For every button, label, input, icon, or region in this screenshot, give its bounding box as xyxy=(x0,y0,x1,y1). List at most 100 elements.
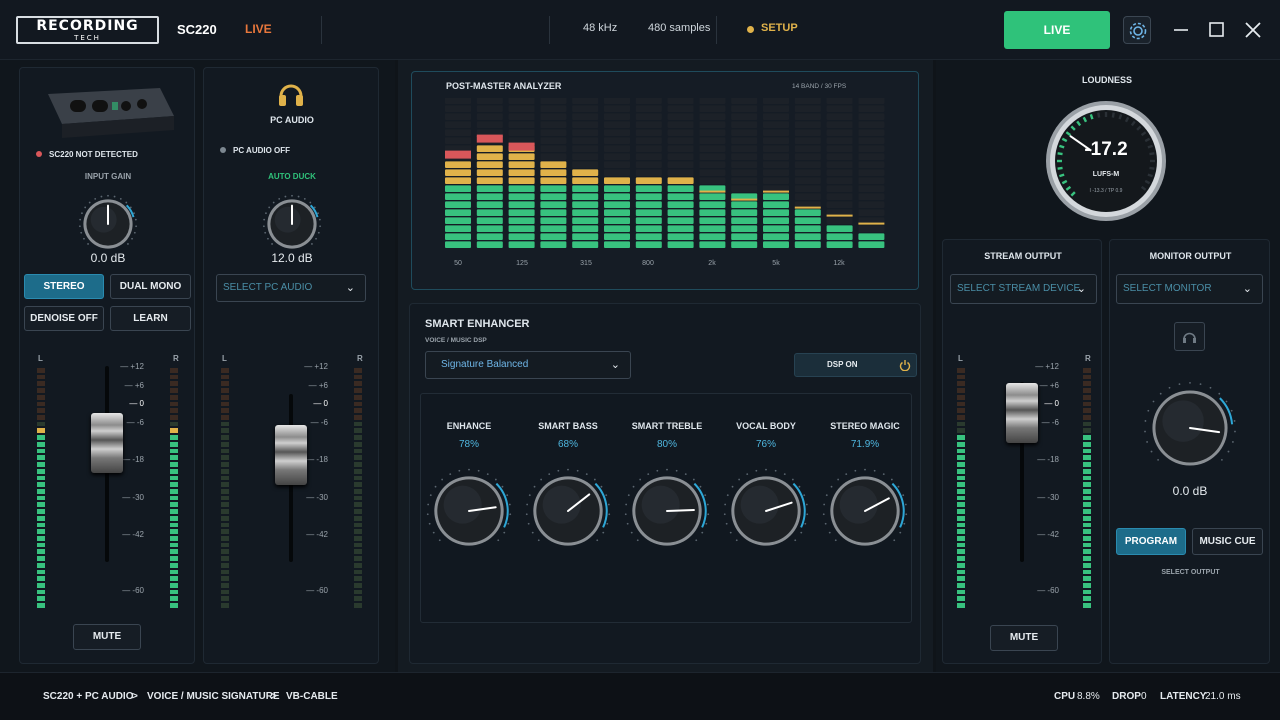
close-icon[interactable] xyxy=(1244,21,1262,39)
enhancer-knob[interactable] xyxy=(524,467,612,555)
program-button[interactable]: PROGRAM xyxy=(1116,528,1186,555)
spectrum-cell xyxy=(476,185,503,192)
spectrum-cell xyxy=(635,169,662,176)
dual-mono-button[interactable]: DUAL MONO xyxy=(110,274,191,299)
dsp-toggle-button[interactable]: DSP ON xyxy=(794,353,917,377)
meter-segment xyxy=(1083,529,1091,534)
input-mute-button[interactable]: MUTE xyxy=(73,624,141,650)
meter-segment xyxy=(354,401,362,407)
settings-button[interactable] xyxy=(1123,16,1151,44)
brand-logo: RECORDING TECH xyxy=(16,16,159,44)
spectrum-cell xyxy=(635,217,662,224)
meter-label-r: R xyxy=(173,354,179,363)
loudness-value: -17.2 xyxy=(1084,139,1128,160)
spectrum-cell xyxy=(476,98,503,104)
meter-segment xyxy=(1083,589,1091,595)
setup-link[interactable]: SETUP xyxy=(761,22,798,34)
input-fader[interactable] xyxy=(91,413,123,473)
pc-fader[interactable] xyxy=(275,425,307,485)
meter-segment xyxy=(1083,576,1091,581)
spectrum-peak xyxy=(731,198,758,201)
pc-audio-select-value: SELECT PC AUDIO xyxy=(223,282,313,293)
spectrum-cell xyxy=(604,233,630,240)
meter-segment xyxy=(221,368,229,373)
spectrum-cell xyxy=(794,98,821,104)
meter-segment xyxy=(957,583,965,588)
route-destination: VB-CABLE xyxy=(286,691,338,702)
monitor-level-knob[interactable] xyxy=(1142,380,1238,481)
chevron-down-icon: ⌄ xyxy=(610,359,620,371)
meter-segment xyxy=(170,583,178,588)
spectrum-cell xyxy=(699,217,726,224)
music-cue-button[interactable]: MUSIC CUE xyxy=(1192,528,1263,555)
divider xyxy=(549,16,550,44)
stream-device-select[interactable]: SELECT STREAM DEVICE ⌄ xyxy=(950,274,1097,304)
denoise-button[interactable]: DENOISE OFF xyxy=(24,306,104,331)
spectrum-cell xyxy=(445,233,471,240)
meter-segment xyxy=(1083,495,1091,501)
stereo-button[interactable]: STEREO xyxy=(24,274,104,299)
enhancer-knob[interactable] xyxy=(821,467,909,555)
spectrum-cell xyxy=(858,145,885,152)
spectrum-cell xyxy=(858,193,885,200)
frequency-label: 315 xyxy=(580,260,592,267)
monitor-select[interactable]: SELECT MONITOR ⌄ xyxy=(1116,274,1263,304)
meter-segment xyxy=(1083,368,1091,373)
spectrum-cell xyxy=(731,241,758,248)
spectrum-cell xyxy=(731,121,758,128)
spectrum-cell xyxy=(604,201,630,208)
preset-select[interactable]: Signature Balanced ⌄ xyxy=(425,351,631,379)
meter-segment xyxy=(354,381,362,387)
spectrum-cell xyxy=(826,169,853,176)
spectrum-cell xyxy=(445,169,471,176)
spectrum-cell xyxy=(763,193,789,200)
enhancer-knob[interactable] xyxy=(722,467,810,555)
maximize-icon[interactable] xyxy=(1208,21,1226,39)
meter-segment xyxy=(957,556,965,561)
meter-segment xyxy=(1083,421,1091,427)
spectrum-cell xyxy=(667,105,694,112)
spectrum-cell xyxy=(635,137,662,144)
meter-segment xyxy=(221,562,229,568)
spectrum-cell xyxy=(540,153,567,160)
spectrum-cell xyxy=(604,169,630,176)
spectrum-cell xyxy=(826,233,853,240)
pc-audio-select[interactable]: SELECT PC AUDIO ⌄ xyxy=(216,274,366,302)
minimize-icon[interactable] xyxy=(1172,22,1190,40)
meter-segment xyxy=(1083,488,1091,494)
spectrum-cell xyxy=(731,137,758,144)
meter-segment xyxy=(170,381,178,387)
stream-mute-button[interactable]: MUTE xyxy=(990,625,1058,651)
meter-segment xyxy=(170,562,178,568)
enhancer-knob[interactable] xyxy=(623,467,711,555)
spectrum-cell xyxy=(667,121,694,128)
auto-duck-toggle[interactable]: AUTO DUCK xyxy=(204,172,380,181)
meter-segment xyxy=(170,535,178,541)
meter-segment xyxy=(170,482,178,487)
headphones-icon xyxy=(1183,332,1196,343)
stream-fader[interactable] xyxy=(1006,383,1038,443)
spectrum-cell xyxy=(635,185,662,192)
meter-segment xyxy=(170,488,178,494)
enhancer-knob-value: 76% xyxy=(755,439,776,450)
spectrum-cell xyxy=(763,201,789,208)
meter-segment xyxy=(1083,374,1091,380)
meter-segment xyxy=(170,408,178,414)
meter-segment xyxy=(354,388,362,393)
meter-segment xyxy=(37,569,45,575)
headphone-cue-button[interactable] xyxy=(1174,322,1205,351)
learn-button[interactable]: LEARN xyxy=(110,306,191,331)
input-gain-knob[interactable] xyxy=(78,194,138,259)
monitor-output-title: MONITOR OUTPUT xyxy=(1149,251,1232,261)
meter-segment xyxy=(1083,435,1091,440)
spectrum-cell xyxy=(540,241,567,248)
spectrum-cell xyxy=(508,201,535,208)
meter-segment xyxy=(354,515,362,521)
enhancer-subtitle: VOICE / MUSIC DSP xyxy=(425,337,487,344)
meter-segment xyxy=(37,522,45,528)
spectrum-cell xyxy=(508,129,535,136)
enhancer-knob[interactable] xyxy=(425,467,513,555)
pc-gain-knob[interactable] xyxy=(262,194,322,259)
spectrum-cell xyxy=(794,153,821,160)
live-button[interactable]: LIVE xyxy=(1004,11,1110,49)
